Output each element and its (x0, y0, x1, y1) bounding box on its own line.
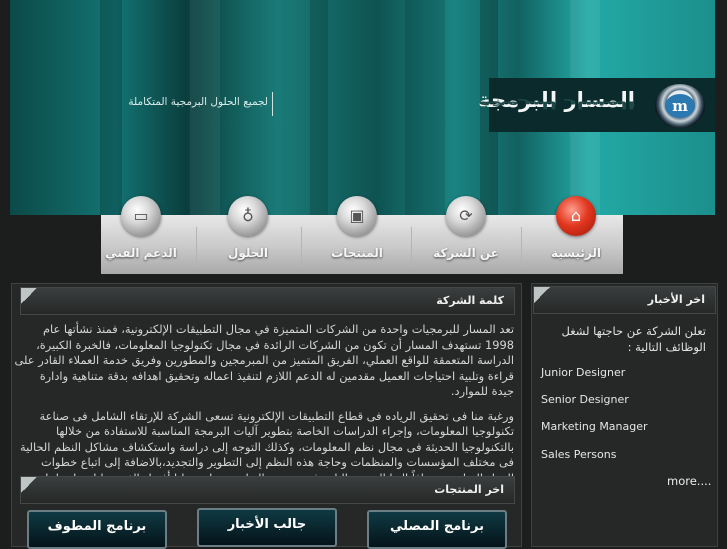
nav-item-products[interactable]: ▣ المنتجات (307, 196, 407, 274)
nav-label: الرئيسية (551, 246, 601, 260)
tagline-divider (272, 92, 273, 116)
job-item[interactable]: Marketing Manager (541, 420, 648, 433)
news-heading: اخر الأخبار (647, 293, 705, 306)
site-tagline: لجميع الحلول البرمجية المتكاملة (128, 96, 268, 108)
about-paragraph-1: تعد المسار للبرمجيات واحدة من الشركات ال… (14, 322, 514, 398)
logo-reflection: المسار للبرمجة (478, 99, 635, 111)
product-card[interactable]: برنامج المطوف (27, 510, 167, 549)
nav-item-support[interactable]: ▭ الدعم الفني (91, 196, 191, 274)
job-item[interactable]: Senior Designer (541, 393, 629, 406)
product-card[interactable]: جالب الأخبار (197, 508, 337, 547)
news-heading-bar: اخر الأخبار (533, 286, 716, 314)
chat-icon: ▭ (121, 196, 161, 236)
nav-item-about[interactable]: ⟳ عن الشركة (416, 196, 516, 274)
news-intro: تعلن الشركة عن حاجتها لشغل الوظائف التال… (561, 324, 706, 354)
products-heading-bar: اخر المنتجات (20, 476, 515, 504)
corner-decoration (21, 477, 37, 493)
bag-icon: ♁ (228, 196, 268, 236)
about-heading: كلمة الشركة (436, 294, 504, 307)
nav-label: عن الشركة (433, 246, 499, 260)
site-logo[interactable]: المسار للبرمجة المسار للبرمجة m (478, 78, 715, 132)
logo-emblem-letter: m (665, 94, 695, 118)
nav-item-solutions[interactable]: ♁ الحلول (198, 196, 298, 274)
nav-label: المنتجات (331, 246, 383, 260)
job-item[interactable]: Junior Designer (541, 366, 625, 379)
box-icon: ▣ (337, 196, 377, 236)
corner-decoration (21, 288, 37, 304)
main-nav: ⌂ الرئيسية ⟳ عن الشركة ▣ المنتجات ♁ الحل… (101, 196, 626, 274)
logo-emblem-icon: m (655, 84, 705, 128)
product-card[interactable]: برنامج المصلي (367, 510, 507, 549)
nav-label: الحلول (227, 246, 269, 260)
about-heading-bar: كلمة الشركة (20, 287, 515, 315)
nav-item-home[interactable]: ⌂ الرئيسية (526, 196, 626, 274)
info-icon: ⟳ (446, 196, 486, 236)
products-heading: اخر المنتجات (434, 483, 504, 496)
corner-decoration (534, 287, 550, 303)
more-link[interactable]: more.... (667, 474, 711, 488)
home-icon: ⌂ (556, 196, 596, 236)
nav-label: الدعم الفني (105, 246, 177, 260)
job-item[interactable]: Sales Persons (541, 448, 616, 461)
